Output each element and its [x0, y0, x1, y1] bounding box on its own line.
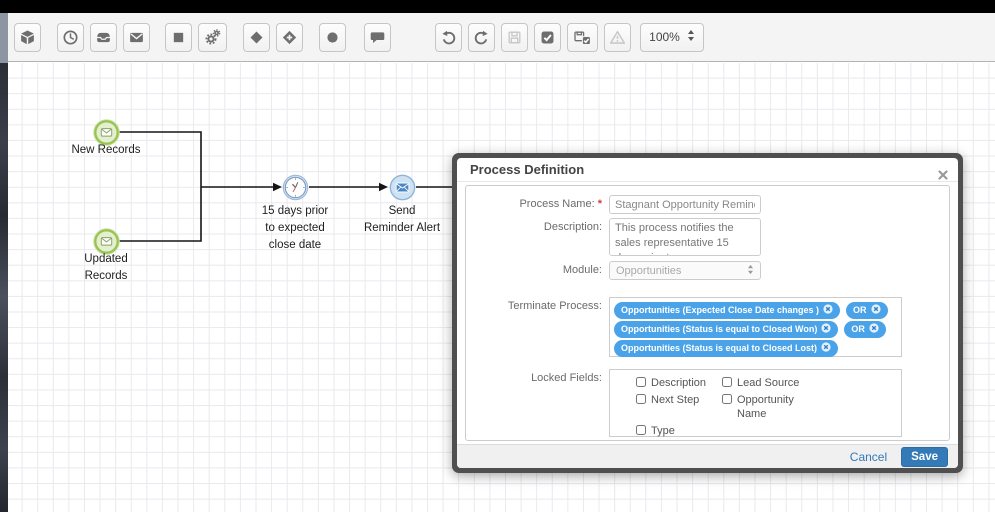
undo-icon — [440, 29, 457, 46]
gears-icon — [204, 28, 222, 46]
terminate-process-label: Terminate Process: — [466, 297, 609, 312]
terminate-condition-pill[interactable]: Opportunities (Status is equal to Closed… — [614, 321, 838, 338]
circle-icon — [324, 29, 341, 46]
save-validate-button[interactable] — [567, 23, 598, 52]
checkbox-lead-source[interactable] — [722, 377, 732, 387]
undo-button[interactable] — [435, 23, 462, 52]
intermediate-event-button[interactable] — [319, 23, 346, 52]
node-label-new-records: New Records — [46, 142, 166, 159]
gateway-button[interactable] — [243, 23, 270, 52]
node-label-updated-records: Updated Records — [56, 251, 156, 285]
timer-event-node[interactable] — [282, 174, 309, 201]
stepper-arrows-icon — [687, 29, 695, 45]
terminate-condition-pill[interactable]: Opportunities (Expected Close Date chang… — [614, 302, 840, 319]
warning-triangle-icon — [609, 29, 626, 46]
stepper-arrows-icon — [747, 264, 754, 278]
desktop-background-sliver — [0, 63, 8, 512]
terminate-conditions-box: Opportunities (Expected Close Date chang… — [609, 297, 902, 357]
check-square-icon — [539, 29, 556, 46]
locked-fields-box: Description Lead Source Next Step Opport… — [609, 369, 902, 437]
save-button-disabled — [501, 23, 528, 52]
required-marker: * — [598, 198, 602, 210]
save-button[interactable]: Save — [901, 447, 948, 467]
process-name-input[interactable] — [609, 195, 761, 214]
remove-tag-icon[interactable] — [821, 342, 831, 355]
modal-footer: Cancel Save — [457, 444, 958, 468]
remove-tag-icon[interactable] — [871, 304, 881, 317]
module-label: Module: — [466, 261, 609, 276]
or-operator-pill[interactable]: OR — [844, 321, 886, 338]
terminate-condition-pill[interactable]: Opportunities (Status is equal to Closed… — [614, 340, 838, 357]
cube-tool-button[interactable] — [14, 23, 41, 52]
redo-button[interactable] — [468, 23, 495, 52]
checkbox-opportunity-name[interactable] — [722, 394, 732, 404]
square-icon — [170, 29, 187, 46]
close-icon[interactable] — [938, 164, 948, 187]
window-edge — [0, 13, 8, 63]
process-definition-modal: Process Definition Process Name: * Descr… — [452, 153, 963, 473]
description-label: Description: — [466, 218, 609, 233]
business-rule-button[interactable] — [198, 23, 227, 52]
envelope-icon — [128, 29, 145, 46]
cube-icon — [19, 29, 36, 46]
locked-field-option[interactable]: Description — [636, 376, 722, 390]
modal-title: Process Definition — [470, 162, 584, 177]
node-label-timer: 15 days prior to expected close date — [245, 203, 345, 254]
locked-field-option[interactable]: Opportunity Name — [722, 393, 852, 421]
locked-field-option[interactable]: Lead Source — [722, 376, 852, 390]
module-value: Opportunities — [616, 265, 681, 277]
comment-button[interactable] — [364, 23, 391, 52]
validate-button[interactable] — [534, 23, 561, 52]
modal-header: Process Definition — [457, 158, 958, 182]
module-select[interactable]: Opportunities — [609, 261, 761, 280]
checkbox-description[interactable] — [636, 377, 646, 387]
clock-icon — [62, 29, 79, 46]
blue-envelope-icon — [389, 174, 416, 201]
checkbox-next-step[interactable] — [636, 394, 646, 404]
or-operator-pill[interactable]: OR — [846, 302, 888, 319]
cancel-link[interactable]: Cancel — [850, 450, 887, 464]
zoom-select[interactable]: 100% — [640, 23, 704, 52]
end-event-button[interactable] — [165, 23, 192, 52]
remove-tag-icon[interactable] — [823, 304, 833, 317]
description-textarea[interactable]: This process notifies the sales represen… — [609, 218, 761, 256]
diamond-icon — [248, 29, 265, 46]
remove-tag-icon[interactable] — [869, 323, 879, 336]
locked-field-option[interactable]: Next Step — [636, 393, 722, 421]
inbox-tray-icon — [95, 29, 112, 46]
node-label-send: Send Reminder Alert — [352, 203, 452, 237]
top-black-bar — [0, 0, 995, 13]
process-definition-form: Process Name: * Description: This proces… — [465, 185, 950, 441]
process-name-label: Process Name: * — [466, 195, 609, 210]
errors-button-disabled — [604, 23, 631, 52]
app-window: 100% New Records Update — [0, 0, 995, 512]
floppy-disk-icon — [506, 29, 523, 46]
exclusive-gateway-button[interactable] — [276, 23, 303, 52]
locked-field-option[interactable]: Type — [636, 424, 722, 438]
floppy-check-icon — [573, 29, 592, 46]
remove-tag-icon[interactable] — [821, 323, 831, 336]
receive-message-event-button[interactable] — [90, 23, 117, 52]
send-message-event-node[interactable] — [389, 174, 416, 201]
clock-face-icon — [282, 174, 309, 201]
redo-icon — [473, 29, 490, 46]
speech-bubble-icon — [369, 29, 386, 46]
locked-fields-label: Locked Fields: — [466, 369, 609, 384]
zoom-level: 100% — [649, 30, 680, 44]
checkbox-type[interactable] — [636, 425, 646, 435]
timer-event-button[interactable] — [57, 23, 84, 52]
send-message-event-button[interactable] — [123, 23, 150, 52]
designer-toolbar: 100% — [8, 13, 995, 62]
diamond-plus-icon — [281, 29, 298, 46]
